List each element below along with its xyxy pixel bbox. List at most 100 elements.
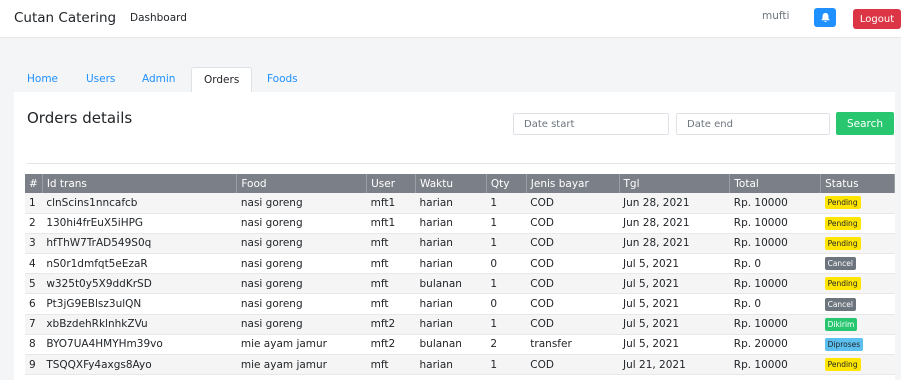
- status-badge: Pending: [824, 358, 861, 372]
- table-cell: Jul 5, 2021: [619, 334, 730, 356]
- status-cell: Pending: [820, 193, 895, 214]
- status-badge: Cancel: [824, 257, 857, 271]
- table-cell: bulanan: [415, 273, 487, 295]
- table-row[interactable]: 4 nS0r1dmfqt5eEzaR nasi goreng mft harian 0 CO…: [25, 253, 895, 275]
- column-header: Food: [236, 174, 368, 193]
- table-cell: 5: [25, 273, 43, 295]
- table-row[interactable]: 9 TSQQXFy4axgs8Ayo mie ayam jamur mft harian…: [25, 354, 895, 376]
- table-cell: COD: [526, 293, 620, 315]
- main-tabs: Home Users Admin Orders Foods: [15, 67, 895, 92]
- table-row[interactable]: 6 Pt3jG9EBlsz3ulQN nasi goreng mft harian 0 CO…: [25, 293, 895, 315]
- top-navbar: Cutan Catering Dashboard mufti Logout: [0, 0, 901, 38]
- table-cell: nS0r1dmfqt5eEzaR: [42, 253, 237, 275]
- table-cell: xbBzdehRklnhkZVu: [42, 314, 237, 335]
- table-row[interactable]: 5 w325t0y5X9ddKrSD nasi goreng mft bulanan 1 C…: [25, 273, 895, 295]
- table-cell: Rp. 0: [729, 253, 821, 275]
- table-cell: mft: [366, 293, 416, 315]
- logout-button[interactable]: Logout: [853, 9, 901, 29]
- username-label: mufti: [762, 10, 790, 22]
- status-badge: Pending: [824, 216, 861, 230]
- table-cell: 6: [25, 293, 43, 315]
- date-start-input[interactable]: Date start: [513, 113, 669, 135]
- search-button[interactable]: Search: [836, 112, 894, 135]
- table-cell: Jul 5, 2021: [619, 293, 730, 315]
- divider: [27, 163, 895, 164]
- status-cell: Pending: [820, 354, 895, 376]
- table-cell: harian: [415, 233, 487, 255]
- table-cell: nasi goreng: [236, 193, 367, 214]
- brand-title[interactable]: Cutan Catering: [14, 10, 116, 26]
- orders-panel: Orders details Date start Date end Searc…: [14, 92, 895, 380]
- tab-home[interactable]: Home: [27, 67, 58, 92]
- table-cell: Rp. 10000: [729, 213, 821, 234]
- table-cell: Rp. 10000: [729, 314, 821, 335]
- status-badge: Cancel: [824, 297, 857, 311]
- table-cell: nasi goreng: [236, 213, 367, 234]
- table-cell: Jul 21, 2021: [619, 354, 730, 376]
- tab-admin[interactable]: Admin: [142, 67, 175, 92]
- status-badge: Pending: [824, 277, 861, 291]
- table-cell: Jul 5, 2021: [619, 273, 730, 295]
- table-cell: COD: [526, 314, 620, 335]
- column-header: Total: [729, 174, 822, 193]
- tab-foods[interactable]: Foods: [267, 67, 298, 92]
- column-header: Status: [820, 174, 895, 193]
- table-cell: Rp. 10000: [729, 273, 821, 295]
- table-cell: 8: [25, 334, 43, 356]
- status-cell: Pending: [820, 213, 895, 234]
- table-cell: hfThW7TrAD549S0q: [42, 233, 237, 255]
- table-cell: Rp. 20000: [729, 334, 821, 356]
- table-cell: mft1: [366, 193, 416, 214]
- column-header: Tgl: [619, 174, 731, 193]
- table-row[interactable]: 8 BYO7UA4HMYHm39vo mie ayam jamur mft2 bulan…: [25, 334, 895, 356]
- table-cell: mft: [366, 354, 416, 376]
- page-title: Orders details: [27, 109, 133, 127]
- table-cell: mft1: [366, 213, 416, 234]
- table-cell: Jul 5, 2021: [619, 253, 730, 275]
- column-header: Qty: [486, 174, 527, 193]
- table-cell: mft: [366, 253, 416, 275]
- status-badge: Pending: [824, 236, 861, 250]
- table-cell: nasi goreng: [236, 293, 367, 315]
- column-header: Id trans: [42, 174, 238, 193]
- table-row[interactable]: 1 clnScins1nncafcb nasi goreng mft1 harian 1 C…: [25, 193, 895, 214]
- table-cell: COD: [526, 213, 620, 234]
- status-cell: Pending: [820, 233, 895, 255]
- table-cell: w325t0y5X9ddKrSD: [42, 273, 237, 295]
- table-cell: harian: [415, 354, 487, 376]
- table-row[interactable]: 3 hfThW7TrAD549S0q nasi goreng mft harian 1 CO…: [25, 233, 895, 255]
- notifications-button[interactable]: [814, 8, 836, 27]
- table-cell: clnScins1nncafcb: [42, 193, 237, 214]
- table-header-row: # Id trans Food User Waktu Qty Jenis bayar Tgl T…: [25, 174, 895, 193]
- table-row[interactable]: 7 xbBzdehRklnhkZVu nasi goreng mft2 harian 1 C…: [25, 314, 895, 335]
- tab-users[interactable]: Users: [86, 67, 115, 92]
- table-cell: 1: [486, 233, 527, 255]
- tab-orders[interactable]: Orders: [191, 67, 253, 92]
- table-cell: 1: [25, 193, 43, 214]
- table-cell: bulanan: [415, 334, 487, 356]
- table-cell: 3: [25, 233, 43, 255]
- table-cell: harian: [415, 193, 487, 214]
- table-cell: COD: [526, 273, 620, 295]
- table-cell: Rp. 0: [729, 293, 821, 315]
- table-cell: 9: [25, 354, 43, 376]
- date-end-input[interactable]: Date end: [676, 113, 830, 135]
- dashboard-link[interactable]: Dashboard: [130, 12, 187, 24]
- table-row[interactable]: 2 130hi4frEuX5iHPG nasi goreng mft1 harian 1 C…: [25, 213, 895, 234]
- table-cell: 1: [486, 354, 527, 376]
- table-cell: nasi goreng: [236, 233, 367, 255]
- table-cell: 130hi4frEuX5iHPG: [42, 213, 237, 234]
- table-body: 1 clnScins1nncafcb nasi goreng mft1 harian 1 C…: [25, 193, 895, 376]
- status-cell: Diproses: [820, 334, 895, 356]
- table-cell: mie ayam jamur: [236, 354, 367, 376]
- table-cell: Jun 28, 2021: [619, 233, 730, 255]
- table-cell: nasi goreng: [236, 253, 367, 275]
- status-badge: Pending: [824, 196, 861, 210]
- table-cell: COD: [526, 193, 620, 214]
- table-cell: mft: [366, 273, 416, 295]
- table-cell: Pt3jG9EBlsz3ulQN: [42, 293, 237, 315]
- table-cell: 2: [486, 334, 527, 356]
- column-header: #: [25, 174, 43, 193]
- status-badge: Dikirim: [824, 317, 858, 331]
- status-cell: Pending: [820, 273, 895, 295]
